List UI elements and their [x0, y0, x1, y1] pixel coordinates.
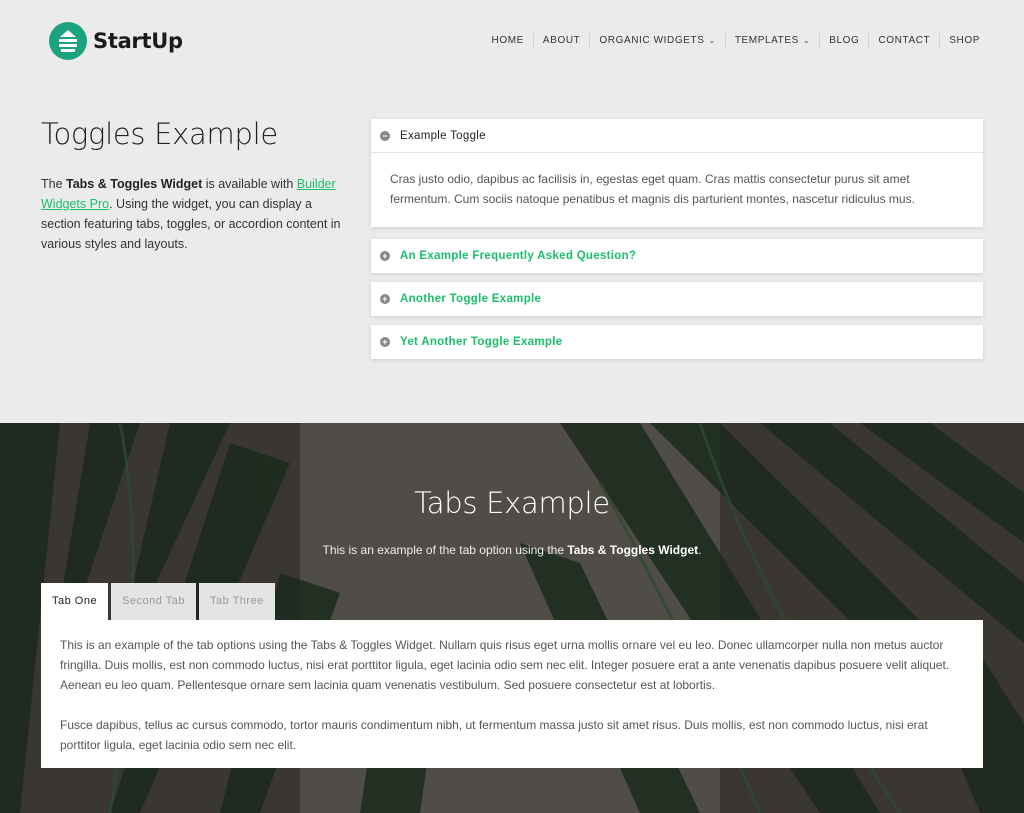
toggle-label: Another Toggle Example [400, 293, 542, 305]
sub-text: This is an example of the tab option usi… [322, 543, 568, 557]
sub-bold: Tabs & Toggles Widget [567, 543, 699, 557]
minus-circle-icon: − [380, 130, 390, 141]
toggle-label: Example Toggle [400, 129, 486, 142]
nav-item-about[interactable]: ABOUT [532, 33, 589, 49]
toggle-body: Cras justo odio, dapibus ac facilisis in… [390, 172, 915, 206]
nav-item-templates[interactable]: TEMPLATES ⌄ [724, 33, 819, 49]
nav-label: BLOG [829, 35, 860, 46]
tab-three[interactable]: Tab Three [199, 583, 275, 620]
nav-item-shop[interactable]: SHOP [939, 33, 989, 49]
nav-label: HOME [491, 35, 524, 46]
tab-panel-paragraph: This is an example of the tab options us… [60, 638, 950, 692]
nav-item-organic-widgets[interactable]: ORGANIC WIDGETS ⌄ [589, 33, 724, 49]
tab-list: Tab One Second Tab Tab Three [41, 583, 278, 620]
toggles-description: The Tabs & Toggles Widget is available w… [41, 174, 341, 254]
nav-item-blog[interactable]: BLOG [819, 33, 868, 49]
chevron-down-icon: ⌄ [708, 36, 716, 45]
toggle-label: An Example Frequently Asked Question? [400, 250, 637, 262]
toggle-header-faq[interactable]: + An Example Frequently Asked Question? [371, 239, 983, 273]
main-nav: HOME ABOUT ORGANIC WIDGETS ⌄ TEMPLATES ⌄ B… [483, 33, 989, 49]
toggle-item: + Another Toggle Example [371, 282, 983, 316]
plus-circle-icon: + [380, 337, 390, 347]
nav-item-contact[interactable]: CONTACT [868, 33, 939, 49]
toggle-header-example-toggle[interactable]: − Example Toggle [371, 119, 983, 153]
toggle-item: + Yet Another Toggle Example [371, 325, 983, 359]
desc-text: The [41, 177, 67, 191]
site-header: StartUp HOME ABOUT ORGANIC WIDGETS ⌄ TEMP… [0, 0, 1024, 84]
tab-panel-paragraph: Fusce dapibus, tellus ac cursus commodo,… [60, 718, 928, 752]
nav-item-home[interactable]: HOME [483, 33, 533, 49]
toggles-title: Toggles Example [41, 117, 278, 151]
plus-circle-icon: + [380, 251, 390, 261]
nav-label: SHOP [949, 35, 980, 46]
toggle-item: − Example Toggle Cras justo odio, dapibu… [371, 119, 983, 227]
tab-panel: This is an example of the tab options us… [41, 620, 983, 768]
nav-label: CONTACT [878, 35, 931, 46]
tabs-section: Tabs Example This is an example of the t… [0, 423, 1024, 813]
desc-text: is available with [202, 177, 297, 191]
tab-second[interactable]: Second Tab [111, 583, 196, 620]
nav-label: ORGANIC WIDGETS [599, 35, 705, 46]
toggle-item: + An Example Frequently Asked Question? [371, 239, 983, 273]
toggle-header-yet-another[interactable]: + Yet Another Toggle Example [371, 325, 983, 359]
desc-bold: Tabs & Toggles Widget [66, 177, 203, 191]
nav-label: TEMPLATES [734, 35, 799, 46]
logo-text: StartUp [93, 29, 183, 53]
toggle-header-another[interactable]: + Another Toggle Example [371, 282, 983, 316]
toggle-label: Yet Another Toggle Example [400, 336, 563, 348]
site-logo[interactable]: StartUp [49, 22, 183, 60]
plus-circle-icon: + [380, 294, 390, 304]
tabs-subtitle: This is an example of the tab option usi… [0, 543, 1024, 557]
nav-label: ABOUT [542, 35, 581, 46]
tab-one[interactable]: Tab One [41, 583, 109, 620]
sub-text: . [698, 543, 702, 557]
logo-mark-icon [49, 22, 87, 60]
tabs-title: Tabs Example [414, 486, 610, 520]
chevron-down-icon: ⌄ [802, 36, 811, 45]
